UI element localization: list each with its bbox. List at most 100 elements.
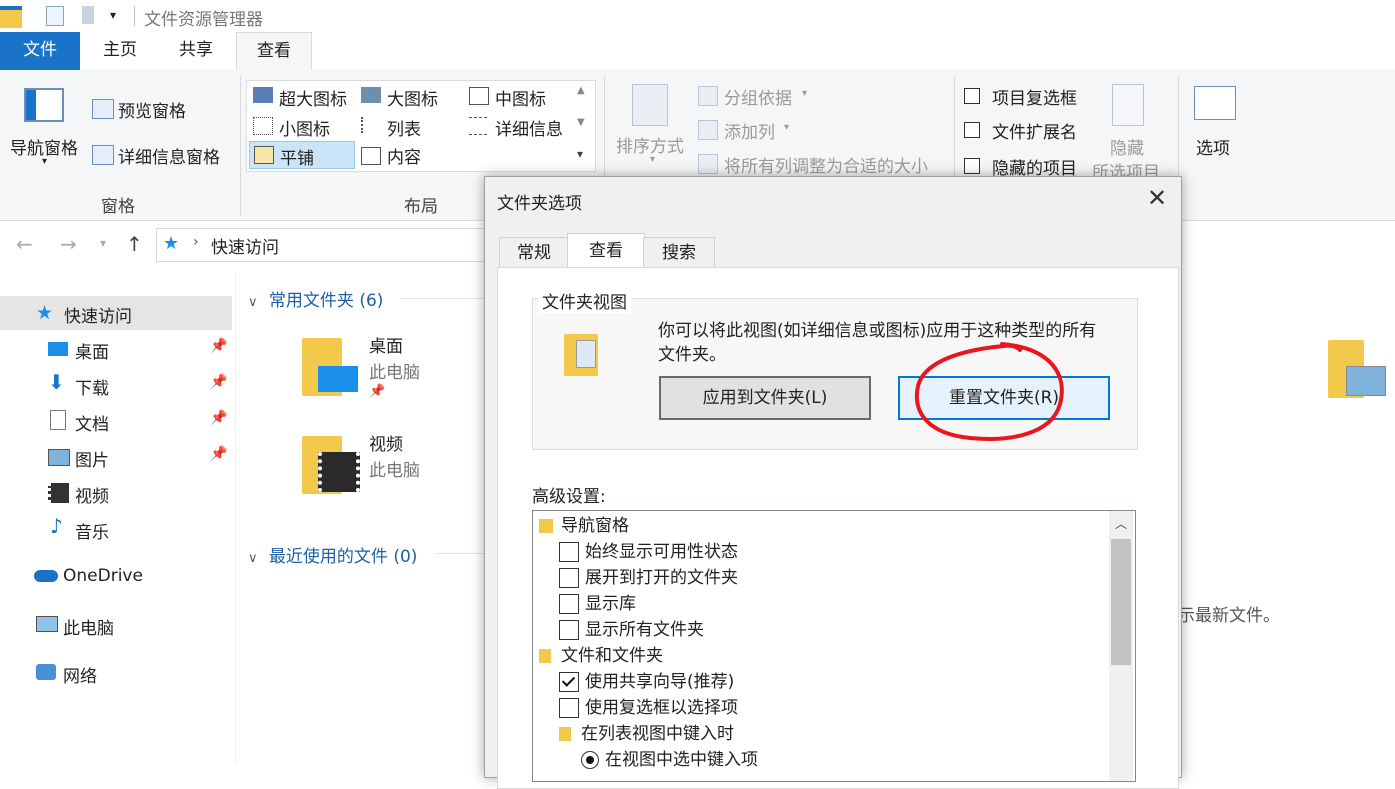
section-title: 最近使用的文件 (0) (268, 547, 418, 567)
pin-icon[interactable]: 📌 (210, 338, 227, 354)
annotation-circle (914, 342, 1064, 441)
scroll-up-icon[interactable]: ︿ (1115, 515, 1127, 532)
chevron-down-icon: ▾ (42, 156, 48, 167)
add-column-button[interactable]: 添加列 ▾ (698, 118, 818, 143)
sort-by-button[interactable]: 排序方式 ▾ (614, 82, 694, 182)
nav-label: 图片 (75, 451, 109, 471)
nav-item-onedrive[interactable]: OneDrive (0, 560, 232, 594)
apply-to-folders-button[interactable]: 应用到文件夹(L) (659, 376, 871, 420)
setting-checkbox[interactable]: 展开到打开的文件夹 (559, 565, 738, 591)
setting-checkbox[interactable]: 使用复选框以选择项 (559, 695, 738, 721)
nav-item-this-pc[interactable]: 此电脑 (0, 608, 232, 642)
tab-share[interactable]: 共享 (166, 32, 226, 70)
up-arrow-icon[interactable]: ↑ (126, 232, 143, 256)
options-button[interactable]: 选项 (1186, 82, 1246, 172)
hide-selected-label-1: 隐藏 (1110, 139, 1144, 159)
checkbox[interactable] (559, 594, 579, 614)
layout-label: 小图标 (279, 120, 330, 140)
layout-item-details[interactable]: 详细信息 (467, 113, 577, 140)
setting-label: 显示库 (585, 594, 636, 614)
checkbox-checked[interactable] (559, 672, 579, 692)
nav-item-downloads[interactable]: ⬇ 下载 📌 (0, 368, 232, 402)
frequent-folders-header[interactable]: ∨ 常用文件夹 (6) (248, 286, 383, 311)
recent-locations-icon[interactable]: ▾ (100, 236, 106, 250)
tab-file[interactable]: 文件 (0, 32, 80, 70)
breadcrumb-location[interactable]: 快速访问 (211, 233, 279, 258)
layout-gallery: 超大图标 大图标 中图标 小图标 列表 详细信息 平铺 内容 ▲ ▼ ▾ (246, 80, 596, 172)
folder-icon (539, 519, 553, 533)
properties-icon[interactable] (46, 6, 64, 26)
nav-item-quick-access[interactable]: ★ 快速访问 (0, 296, 232, 330)
nav-item-music[interactable]: ♪ 音乐 (0, 512, 232, 546)
layout-item-large[interactable]: 大图标 (359, 83, 459, 110)
layout-label: 中图标 (495, 90, 546, 110)
folder-tile[interactable]: 桌面 此电脑 📌 (296, 330, 476, 402)
checkbox[interactable] (559, 568, 579, 588)
scrollbar-thumb[interactable] (1111, 539, 1131, 665)
nav-item-pictures[interactable]: 图片 📌 (0, 440, 232, 474)
nav-item-documents[interactable]: 文档 📌 (0, 404, 232, 438)
setting-checkbox[interactable]: 显示库 (559, 591, 636, 617)
gallery-scroll-up-icon[interactable]: ▲ (577, 85, 585, 96)
forward-arrow-icon[interactable]: → (60, 232, 77, 256)
window-title: 文件资源管理器 (144, 10, 263, 30)
nav-label: OneDrive (63, 566, 143, 586)
nav-item-videos[interactable]: 视频 (0, 476, 232, 510)
recent-files-header[interactable]: ∨ 最近使用的文件 (0) (248, 542, 417, 567)
advanced-settings-list: 导航窗格 始终显示可用性状态 展开到打开的文件夹 显示库 显示所有文件夹 文件和… (532, 510, 1136, 782)
video-icon (318, 452, 360, 492)
breadcrumb-chevron-icon: › (193, 234, 199, 250)
extra-large-icons-icon (253, 87, 273, 103)
checkbox[interactable] (559, 542, 579, 562)
layout-item-content[interactable]: 内容 (359, 143, 459, 169)
setting-checkbox[interactable]: 始终显示可用性状态 (559, 539, 738, 565)
pin-icon[interactable]: 📌 (210, 410, 227, 426)
pin-icon[interactable]: 📌 (210, 446, 227, 462)
tab-view[interactable]: 查看 (236, 32, 312, 71)
gallery-expand-icon[interactable]: ▾ (577, 147, 583, 161)
setting-checkbox[interactable]: 使用共享向导(推荐) (559, 669, 734, 695)
item-checkboxes-toggle[interactable]: 项目复选框 (964, 84, 1094, 109)
setting-checkbox[interactable]: 显示所有文件夹 (559, 617, 704, 643)
address-box[interactable]: ★ › 快速访问 (156, 228, 488, 262)
checkbox[interactable] (559, 698, 579, 718)
radio-selected[interactable] (581, 751, 599, 769)
details-pane-icon (92, 145, 114, 165)
dialog-title: 文件夹选项 (497, 194, 582, 214)
checkbox (964, 122, 980, 138)
tab-search[interactable]: 搜索 (643, 237, 715, 268)
checkbox[interactable] (559, 620, 579, 640)
layout-label: 平铺 (280, 149, 314, 169)
tab-home[interactable]: 主页 (90, 32, 150, 70)
section-divider (400, 298, 485, 299)
setting-label: 始终显示可用性状态 (585, 542, 738, 562)
recent-hint-text: 示最新文件。 (1178, 606, 1280, 626)
file-extensions-toggle[interactable]: 文件扩展名 (964, 118, 1094, 143)
back-arrow-icon[interactable]: ← (16, 232, 33, 256)
layout-item-medium[interactable]: 中图标 (467, 83, 577, 110)
setting-radio[interactable]: 在视图中选中键入项 (581, 747, 758, 773)
group-by-button[interactable]: 分组依据 ▾ (698, 84, 818, 109)
pin-icon[interactable]: 📌 (210, 374, 227, 390)
tab-general[interactable]: 常规 (499, 237, 569, 268)
layout-item-tiles[interactable]: 平铺 (249, 141, 355, 169)
close-icon[interactable]: ✕ (1141, 183, 1173, 215)
layout-item-extra-large[interactable]: 超大图标 (251, 83, 355, 110)
gallery-scroll-down-icon[interactable]: ▼ (577, 117, 585, 128)
preview-pane-button[interactable]: 预览窗格 (90, 96, 230, 122)
medium-icons-icon (469, 87, 489, 105)
folder-name: 视频 (369, 435, 403, 455)
details-pane-button[interactable]: 详细信息窗格 (90, 142, 240, 168)
nav-pane-button[interactable]: 导航窗格 ▾ (8, 86, 78, 186)
nav-item-desktop[interactable]: 桌面 📌 (0, 332, 232, 366)
layout-item-list[interactable]: 列表 (359, 113, 459, 140)
new-folder-icon[interactable] (82, 6, 94, 24)
tab-view[interactable]: 查看 (567, 233, 645, 268)
quick-access-dropdown-icon[interactable]: ▾ (110, 8, 116, 22)
folder-tile[interactable]: 视频 此电脑 (296, 428, 476, 500)
nav-item-network[interactable]: 网络 (0, 656, 232, 690)
hidden-items-toggle[interactable]: 隐藏的项目 (964, 154, 1094, 179)
scrollbar[interactable]: ︿ (1109, 511, 1133, 781)
fit-columns-button[interactable]: 将所有列调整为合适的大小 (698, 152, 948, 177)
layout-item-small[interactable]: 小图标 (251, 113, 355, 140)
